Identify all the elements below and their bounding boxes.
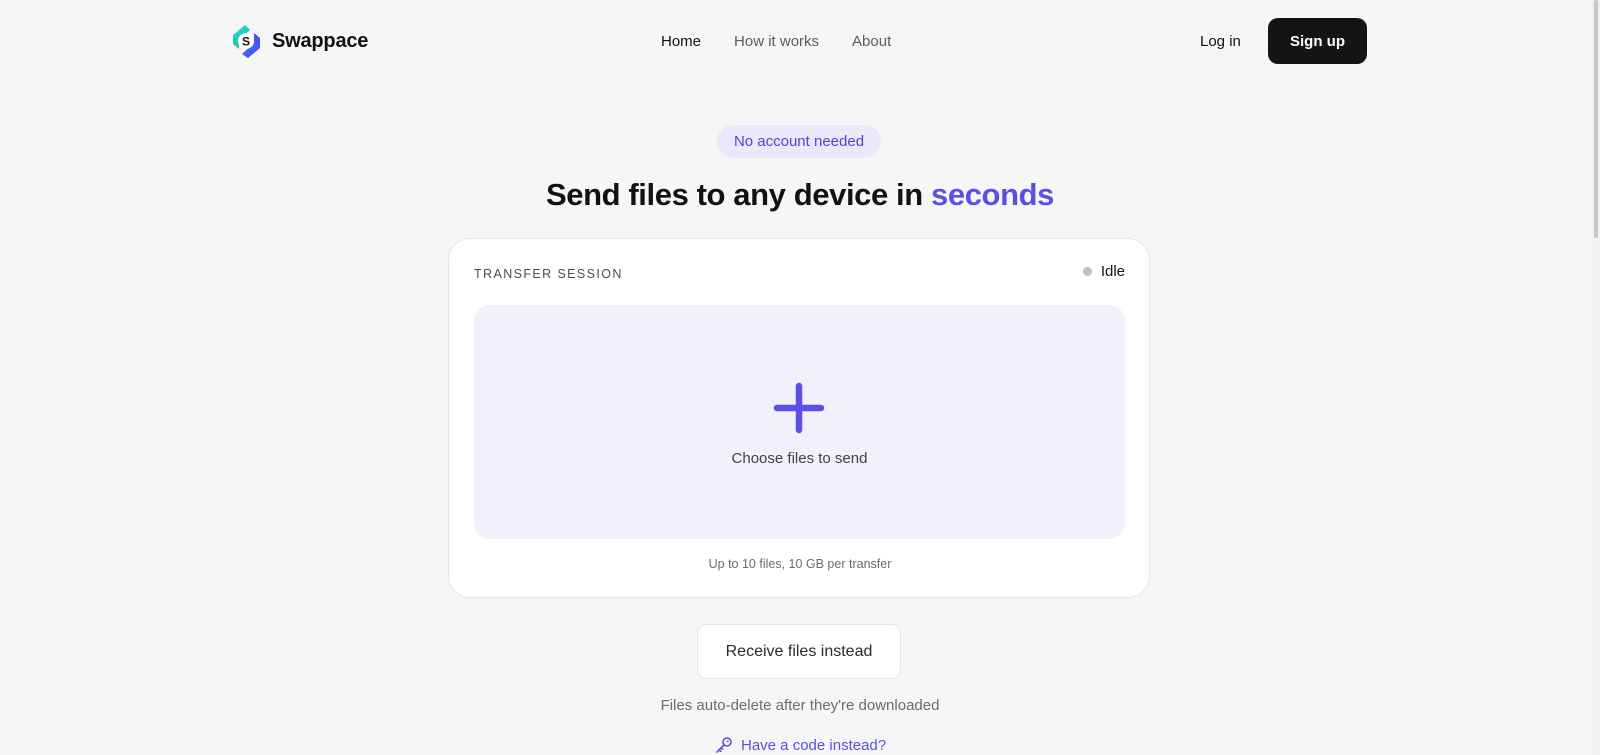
scrollbar-thumb[interactable] [1594,0,1598,238]
site-header: S Swappace Home How it works About Log i… [0,0,1600,84]
nav-how-it-works[interactable]: How it works [734,30,819,54]
nav-about[interactable]: About [852,30,891,54]
swappace-logo-icon: S [233,25,260,58]
have-code-link[interactable]: Have a code instead? [715,734,886,755]
login-link[interactable]: Log in [1200,30,1241,54]
brand-link[interactable]: S Swappace [230,23,368,59]
card-label: TRANSFER SESSION [474,267,623,281]
no-account-badge: No account needed [717,125,881,158]
status-text: Idle [1100,263,1125,280]
receive-files-button[interactable]: Receive files instead [697,624,901,679]
headline-main: Send files to any device in [545,177,932,212]
brand-name: Swappace [272,29,369,52]
page: S Swappace Home How it works About Log i… [0,0,1600,755]
svg-text:S: S [242,35,250,49]
signup-button[interactable]: Sign up [1268,18,1367,64]
auto-delete-note: Files auto-delete after they're download… [660,697,940,714]
transfer-limit-note: Up to 10 files, 10 GB per transfer [708,557,892,571]
session-status: Idle [1082,263,1125,280]
transfer-session-card: TRANSFER SESSION Idle Choose files to se… [448,238,1150,598]
main-nav: Home How it works About [661,30,891,54]
plus-icon [773,382,825,434]
page-title: Send files to any device in seconds [0,172,1600,218]
choose-files-label: Choose files to send [731,450,868,467]
nav-home[interactable]: Home [661,30,701,54]
status-dot-icon [1082,267,1092,276]
page-scrollbar[interactable] [1592,0,1600,755]
have-code-label: Have a code instead? [741,736,887,754]
file-dropzone[interactable]: Choose files to send [474,305,1125,539]
headline-accent: seconds [931,177,1055,212]
key-icon [716,737,732,753]
